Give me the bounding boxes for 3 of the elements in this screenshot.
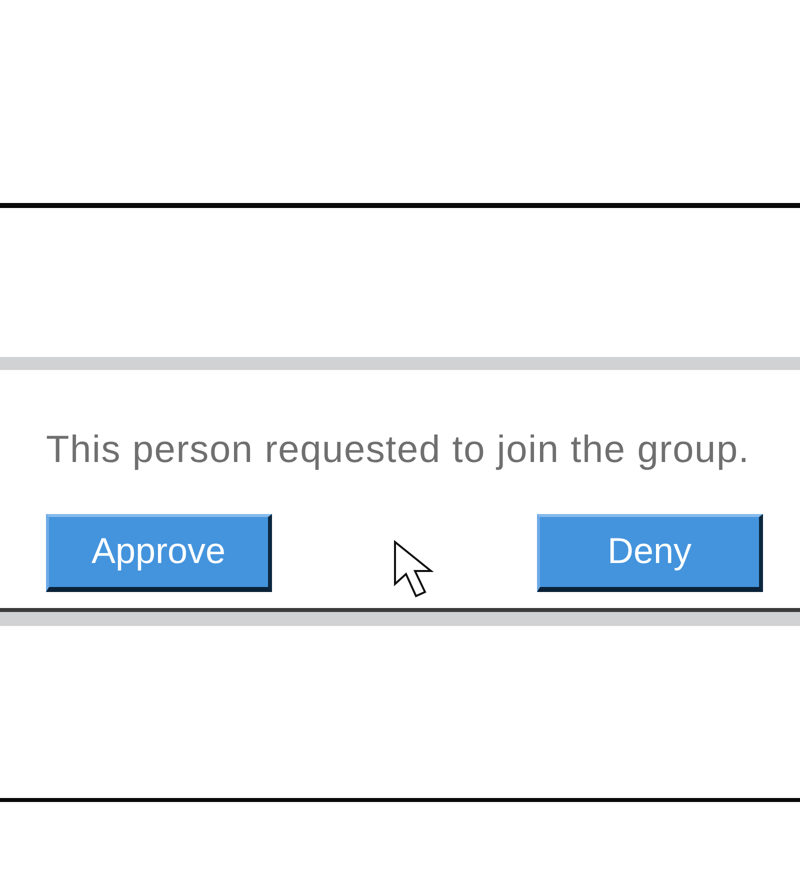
action-button[interactable]: Deny bbox=[537, 514, 763, 592]
request-message: This person requested to join the group. bbox=[46, 428, 751, 472]
action-button[interactable]: Approve bbox=[46, 514, 272, 592]
